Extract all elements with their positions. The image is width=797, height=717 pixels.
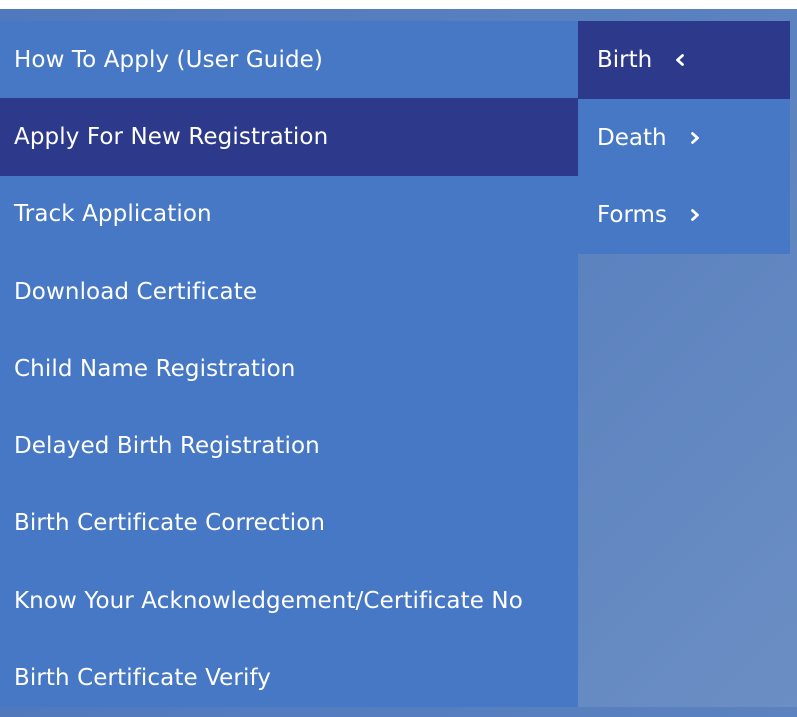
submenu-item-label: Track Application <box>14 201 212 228</box>
main-menu-item-label: Death <box>597 124 667 151</box>
submenu-item-label: Child Name Registration <box>14 355 296 382</box>
submenu-item-label: Download Certificate <box>14 278 258 305</box>
main-menu-item-forms[interactable]: Forms <box>578 176 790 254</box>
submenu-item-download-certificate[interactable]: Download Certificate <box>0 253 578 330</box>
main-menu-item-death[interactable]: Death <box>578 99 790 177</box>
chevron-right-icon <box>689 131 703 145</box>
submenu-item-label: Apply For New Registration <box>14 123 329 150</box>
submenu-item-how-to-apply[interactable]: How To Apply (User Guide) <box>0 21 578 98</box>
submenu-item-label: Birth Certificate Verify <box>14 665 271 692</box>
submenu-item-apply-new-registration[interactable]: Apply For New Registration <box>0 98 578 176</box>
birth-submenu: How To Apply (User Guide) Apply For New … <box>0 21 578 707</box>
chevron-right-icon <box>689 208 703 222</box>
submenu-item-know-acknowledgement-no[interactable]: Know Your Acknowledgement/Certificate No <box>0 562 578 639</box>
main-menu-item-birth[interactable]: Birth <box>578 21 790 99</box>
main-menu-item-label: Forms <box>597 202 667 229</box>
top-edge <box>0 0 797 9</box>
submenu-item-child-name-registration[interactable]: Child Name Registration <box>0 330 578 407</box>
main-menu: Birth Death Forms <box>578 21 790 254</box>
submenu-item-track-application[interactable]: Track Application <box>0 176 578 253</box>
submenu-item-label: Know Your Acknowledgement/Certificate No <box>14 587 523 614</box>
submenu-item-label: How To Apply (User Guide) <box>14 46 323 73</box>
submenu-item-label: Birth Certificate Correction <box>14 510 326 537</box>
submenu-item-label: Delayed Birth Registration <box>14 433 320 460</box>
submenu-item-birth-certificate-correction[interactable]: Birth Certificate Correction <box>0 485 578 562</box>
chevron-left-icon <box>674 53 688 67</box>
submenu-item-birth-certificate-verify[interactable]: Birth Certificate Verify <box>0 639 578 716</box>
submenu-item-delayed-birth-registration[interactable]: Delayed Birth Registration <box>0 407 578 484</box>
main-menu-item-label: Birth <box>597 46 653 73</box>
